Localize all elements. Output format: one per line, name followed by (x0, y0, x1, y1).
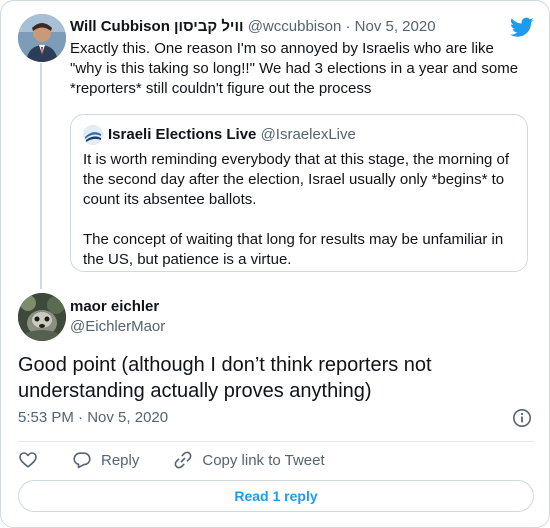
action-bar: Reply Copy link to Tweet (18, 450, 325, 470)
quoted-display-name: Israeli Elections Live (108, 126, 257, 143)
quoted-header: Israeli Elections Live @IsraelexLive (108, 125, 356, 145)
reply-button[interactable]: Reply (72, 450, 139, 470)
parent-header: Will Cubbison וויל קביסון @wccubbison · … (70, 17, 436, 37)
parent-date[interactable]: Nov 5, 2020 (355, 18, 436, 35)
copy-link-button[interactable]: Copy link to Tweet (173, 450, 325, 470)
like-button[interactable] (18, 450, 38, 470)
parent-avatar[interactable] (18, 14, 66, 62)
actions-divider (18, 441, 534, 442)
quoted-paragraph: It is worth reminding everybody that at … (83, 151, 510, 208)
twitter-bird-icon[interactable] (510, 15, 534, 39)
speech-bubble-icon (73, 452, 91, 469)
parent-handle[interactable]: @wccubbison (248, 18, 342, 35)
parent-tweet-text: Exactly this. One reason I'm so annoyed … (70, 40, 519, 97)
timestamp-separator: · (78, 409, 84, 426)
main-tweet-text: Good point (although I don’t think repor… (18, 354, 432, 402)
quoted-paragraph: The concept of waiting that long for res… (83, 231, 504, 268)
thread-connector-line (40, 63, 42, 289)
tweet-date[interactable]: Nov 5, 2020 (87, 409, 168, 426)
reply-label: Reply (101, 451, 140, 469)
info-icon[interactable] (512, 408, 532, 428)
parent-separator: · (345, 18, 351, 35)
link-icon (174, 451, 192, 469)
read-replies-button[interactable]: Read 1 reply (18, 480, 534, 512)
tweet-time[interactable]: 5:53 PM (18, 409, 74, 426)
main-display-name[interactable]: maor eichler (70, 297, 159, 317)
parent-display-name[interactable]: Will Cubbison וויל קביסון (70, 18, 244, 35)
quoted-tweet[interactable]: Israeli Elections Live @IsraelexLive It … (70, 114, 528, 272)
embedded-tweet-card: Will Cubbison וויל קביסון @wccubbison · … (0, 0, 550, 528)
heart-icon (19, 452, 37, 468)
main-avatar[interactable] (18, 293, 66, 341)
tweet-timestamp[interactable]: 5:53 PM · Nov 5, 2020 (18, 408, 168, 428)
quoted-handle: @IsraelexLive (260, 126, 356, 143)
quoted-tweet-text: It is worth reminding everybody that at … (83, 150, 515, 270)
copy-link-label: Copy link to Tweet (202, 451, 325, 469)
main-handle[interactable]: @EichlerMaor (70, 317, 165, 337)
quoted-avatar (83, 125, 103, 145)
